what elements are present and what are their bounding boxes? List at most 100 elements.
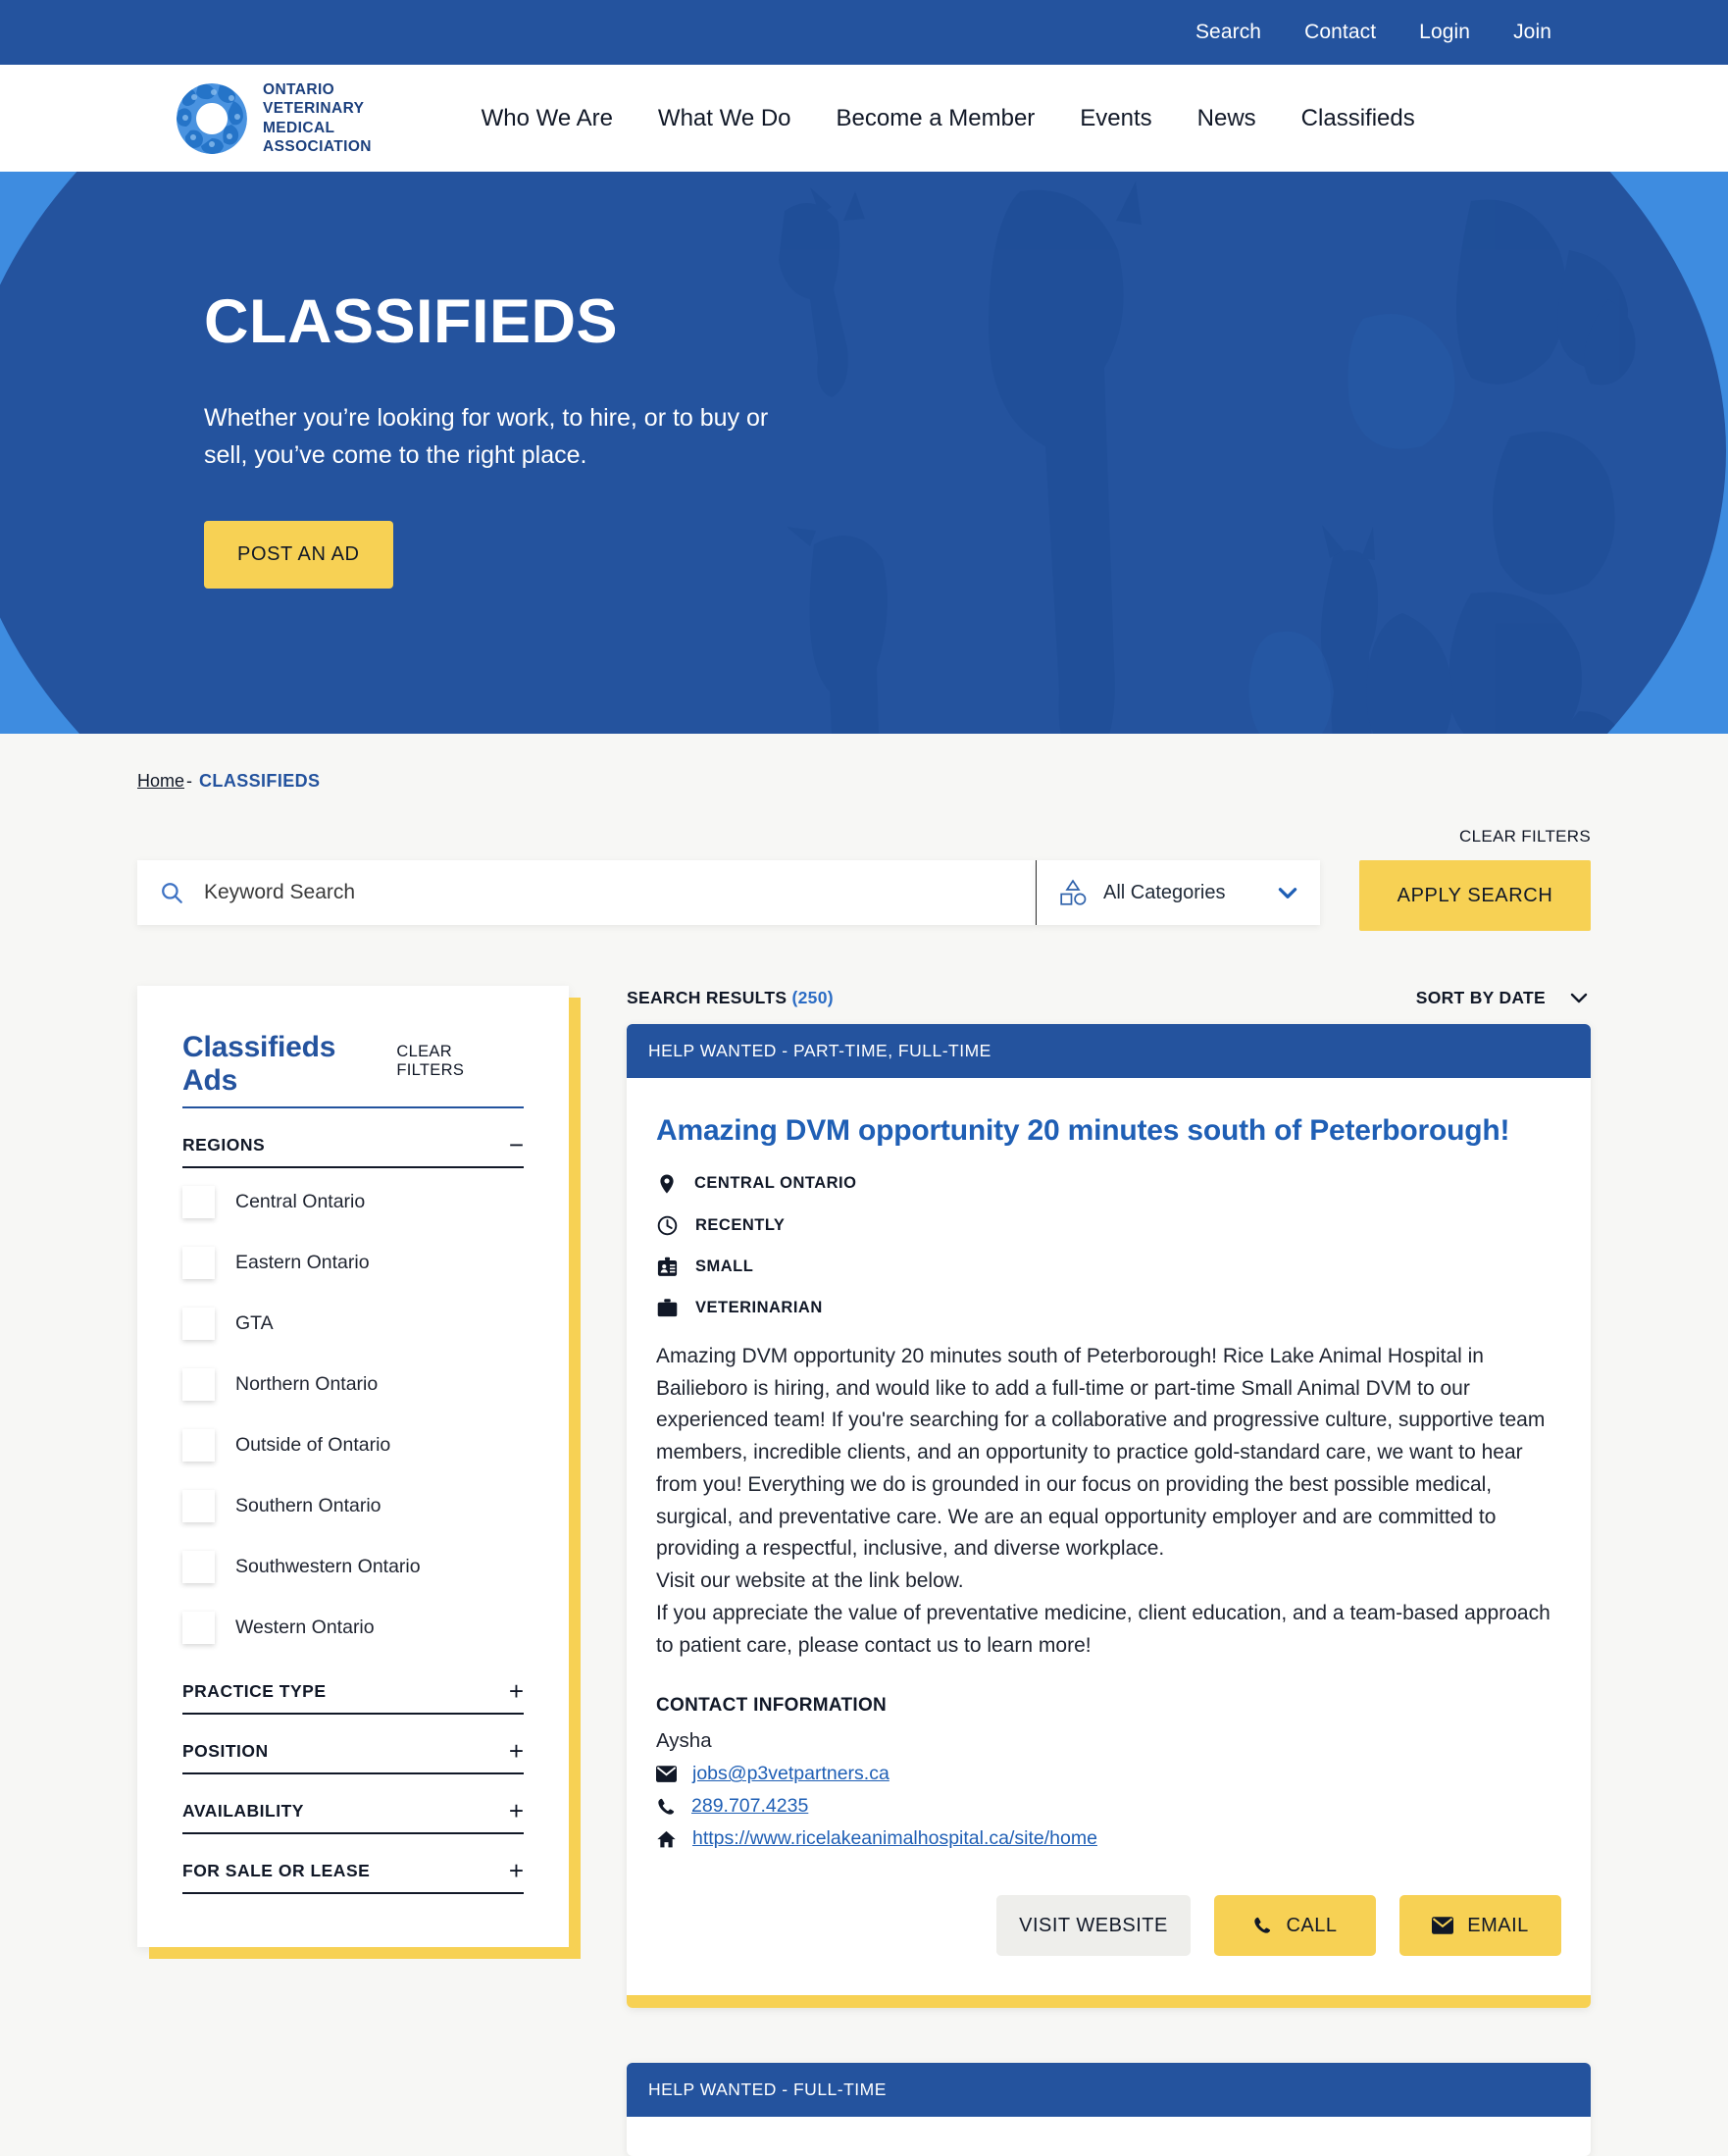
listing-category-ribbon: HELP WANTED - FULL-TIME (627, 2063, 1591, 2118)
email-button[interactable]: EMAIL (1399, 1895, 1561, 1957)
listing-meta-practice-type: SMALL (656, 1256, 1561, 1278)
filter-group-position-header[interactable]: POSITION + (182, 1715, 524, 1774)
checkbox[interactable] (182, 1490, 215, 1522)
visit-website-button[interactable]: VISIT WEBSITE (996, 1895, 1191, 1957)
filter-group-regions-label: REGIONS (182, 1134, 266, 1155)
checkbox[interactable] (182, 1368, 215, 1401)
nav-classifieds[interactable]: Classifieds (1301, 105, 1415, 132)
filter-option-central-ontario[interactable]: Central Ontario (182, 1175, 524, 1229)
topbar-link-login[interactable]: Login (1419, 21, 1470, 44)
site-logo[interactable]: ONTARIO VETERINARY MEDICAL ASSOCIATION (175, 80, 372, 157)
listing-card[interactable]: HELP WANTED - FULL-TIME (627, 2063, 1591, 2156)
filter-option-southwestern-ontario[interactable]: Southwestern Ontario (182, 1540, 524, 1594)
filter-option-southern-ontario[interactable]: Southern Ontario (182, 1479, 524, 1533)
checkbox[interactable] (182, 1308, 215, 1340)
clear-filters-top-button[interactable]: CLEAR FILTERS (1459, 827, 1591, 846)
topbar-link-join[interactable]: Join (1513, 21, 1551, 44)
logo-wordmark: ONTARIO VETERINARY MEDICAL ASSOCIATION (263, 80, 372, 157)
card-bottom-accent (627, 1995, 1591, 2009)
listing-meta-region: CENTRAL ONTARIO (656, 1172, 1561, 1196)
listing-card[interactable]: HELP WANTED - PART-TIME, FULL-TIME Amazi… (627, 1024, 1591, 2009)
listing-meta-position: VETERINARIAN (656, 1297, 1561, 1319)
results-count-label: SEARCH RESULTS (627, 987, 788, 1007)
filter-option-label: Central Ontario (235, 1191, 366, 1212)
ovma-animal-circle-logo-icon (175, 81, 249, 156)
plus-icon: + (508, 1676, 524, 1706)
nav-become-a-member[interactable]: Become a Member (837, 105, 1036, 132)
category-selected-value: All Categories (1103, 881, 1226, 903)
breadcrumb-separator: - (186, 771, 193, 791)
contact-information-heading: CONTACT INFORMATION (656, 1695, 888, 1717)
search-input[interactable] (204, 881, 1036, 904)
nav-events[interactable]: Events (1080, 105, 1151, 132)
filter-group-practice-type-header[interactable]: PRACTICE TYPE + (182, 1655, 524, 1715)
filters-sidebar: Classifieds Ads CLEAR FILTERS REGIONS − … (137, 986, 581, 2156)
filter-option-eastern-ontario[interactable]: Eastern Ontario (182, 1236, 524, 1290)
filter-option-label: Eastern Ontario (235, 1252, 370, 1273)
content-area: Classifieds Ads CLEAR FILTERS REGIONS − … (137, 986, 1591, 2156)
plus-icon: + (508, 1796, 524, 1825)
listing-meta-posted-text: RECENTLY (695, 1215, 786, 1234)
category-select[interactable]: All Categories (1036, 860, 1320, 925)
phone-icon (1252, 1916, 1272, 1935)
clock-icon (656, 1214, 679, 1237)
listing-meta-position-text: VETERINARIAN (695, 1298, 823, 1316)
breadcrumb-home-link[interactable]: Home (137, 771, 184, 791)
logo-line-2: VETERINARY (263, 100, 365, 118)
main-navigation: ONTARIO VETERINARY MEDICAL ASSOCIATION W… (0, 65, 1728, 172)
post-an-ad-button[interactable]: POST AN AD (204, 521, 393, 590)
contact-website-link[interactable]: https://www.ricelakeanimalhospital.ca/si… (692, 1827, 1097, 1850)
logo-line-4: ASSOCIATION (263, 137, 372, 155)
topbar-link-search[interactable]: Search (1195, 21, 1261, 44)
call-button[interactable]: CALL (1214, 1895, 1376, 1957)
page-title: CLASSIFIEDS (204, 287, 619, 356)
hero-banner: CLASSIFIEDS Whether you’re looking for w… (0, 172, 1728, 734)
nav-who-we-are[interactable]: Who We Are (482, 105, 613, 132)
listing-title[interactable]: Amazing DVM opportunity 20 minutes south… (656, 1111, 1561, 1151)
keyword-search-box[interactable] (137, 860, 1036, 925)
filter-option-label: Southern Ontario (235, 1495, 381, 1516)
results-count-value: (250) (791, 987, 834, 1007)
hero-subtitle: Whether you’re looking for work, to hire… (204, 404, 769, 470)
envelope-icon (1432, 1917, 1454, 1935)
listing-actions: VISIT WEBSITE CALL EMAIL (627, 1850, 1591, 1995)
filter-option-western-ontario[interactable]: Western Ontario (182, 1601, 524, 1655)
search-icon (159, 880, 184, 905)
plus-icon: + (508, 1736, 524, 1766)
sort-by-date-label: SORT BY DATE (1415, 987, 1546, 1007)
phone-icon (656, 1797, 676, 1817)
clear-filters-sidebar-button[interactable]: CLEAR FILTERS (396, 1043, 524, 1080)
checkbox[interactable] (182, 1551, 215, 1583)
filter-group-regions-header[interactable]: REGIONS − (182, 1108, 524, 1168)
filter-option-gta[interactable]: GTA (182, 1297, 524, 1351)
filter-option-outside-of-ontario[interactable]: Outside of Ontario (182, 1418, 524, 1472)
id-badge-icon (656, 1256, 679, 1278)
checkbox[interactable] (182, 1612, 215, 1644)
checkbox[interactable] (182, 1186, 215, 1218)
sort-by-date-dropdown[interactable]: SORT BY DATE (1416, 986, 1591, 1009)
filter-group-for-sale-or-lease-label: FOR SALE OR LEASE (182, 1860, 371, 1880)
listing-description-line2: Visit our website at the link below. (656, 1569, 964, 1593)
filter-option-label: Western Ontario (235, 1617, 375, 1638)
categories-shapes-icon (1058, 878, 1088, 907)
page-body: Home - CLASSIFIEDS CLEAR FILTERS Keyword… (0, 734, 1728, 2156)
filter-group-availability-header[interactable]: AVAILABILITY + (182, 1774, 524, 1834)
contact-phone-link[interactable]: 289.707.4235 (691, 1795, 808, 1818)
nav-what-we-do[interactable]: What We Do (658, 105, 791, 132)
apply-search-button[interactable]: APPLY SEARCH (1359, 860, 1591, 931)
contact-phone-row: 289.707.4235 (656, 1795, 1561, 1818)
filter-option-northern-ontario[interactable]: Northern Ontario (182, 1358, 524, 1412)
filter-group-for-sale-or-lease-header[interactable]: FOR SALE OR LEASE + (182, 1834, 524, 1894)
plus-icon: + (508, 1856, 524, 1885)
nav-news[interactable]: News (1197, 105, 1256, 132)
topbar-link-contact[interactable]: Contact (1304, 21, 1376, 44)
top-utility-bar: Search Contact Login Join (0, 0, 1728, 65)
map-pin-icon (656, 1172, 678, 1196)
minus-icon: − (508, 1130, 524, 1159)
contact-website-row: https://www.ricelakeanimalhospital.ca/si… (656, 1827, 1561, 1850)
checkbox[interactable] (182, 1247, 215, 1279)
briefcase-icon (656, 1297, 679, 1319)
contact-email-link[interactable]: jobs@p3vetpartners.ca (692, 1763, 889, 1785)
listing-description: Amazing DVM opportunity 20 minutes south… (656, 1344, 1546, 1561)
checkbox[interactable] (182, 1429, 215, 1462)
